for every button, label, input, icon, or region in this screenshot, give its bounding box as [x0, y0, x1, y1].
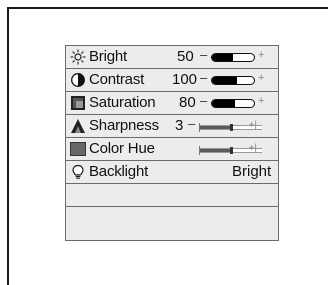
- level-slider[interactable]: +|: [199, 143, 262, 155]
- backlight-bulb-icon: [70, 164, 86, 180]
- menu-item-contrast[interactable]: Contrast 100 – +: [66, 69, 278, 92]
- brightness-sun-icon: [70, 49, 86, 65]
- menu-item-label: Backlight: [89, 163, 149, 180]
- menu-item-saturation[interactable]: Saturation 80 – +: [66, 92, 278, 115]
- increase-symbol: +: [258, 72, 265, 84]
- contrast-icon: [70, 72, 86, 88]
- menu-item-label: Contrast: [89, 71, 145, 88]
- slider-knob[interactable]: [230, 147, 233, 154]
- menu-item-color-hue[interactable]: Color Hue +|: [66, 138, 278, 161]
- picture-settings-menu: Bright 50 – + Contrast 100 – + Saturatio…: [65, 45, 279, 241]
- level-bar[interactable]: [211, 53, 255, 62]
- level-fill: [212, 54, 233, 61]
- increase-symbol: +|: [248, 143, 257, 154]
- level-bar[interactable]: [211, 99, 255, 108]
- level-fill: [200, 149, 231, 152]
- menu-item-label: Sharpness: [89, 117, 159, 134]
- level-fill: [212, 100, 236, 107]
- sharpness-icon: [70, 118, 86, 134]
- menu-item-bright[interactable]: Bright 50 – +: [66, 46, 278, 69]
- increase-symbol: +: [258, 49, 265, 61]
- menu-item-value: Bright: [232, 163, 272, 180]
- level-fill: [200, 126, 231, 129]
- saturation-icon: [70, 95, 86, 111]
- menu-empty-row: [66, 184, 278, 207]
- level-fill: [212, 77, 238, 84]
- decrease-symbol: –: [200, 70, 208, 85]
- increase-symbol: +: [258, 95, 265, 107]
- menu-item-label: Saturation: [89, 94, 156, 111]
- slider-knob[interactable]: [230, 124, 233, 131]
- level-bar[interactable]: [211, 76, 255, 85]
- decrease-symbol: –: [200, 93, 208, 108]
- menu-item-value: 3: [175, 117, 184, 134]
- menu-item-backlight[interactable]: Backlight Bright: [66, 161, 278, 184]
- color-hue-icon: [70, 141, 86, 157]
- menu-item-value: 80: [179, 94, 196, 111]
- menu-item-sharpness[interactable]: Sharpness 3 – +|: [66, 115, 278, 138]
- menu-item-value: 50: [177, 48, 194, 65]
- menu-item-label: Bright: [89, 48, 127, 65]
- level-slider[interactable]: +|: [199, 120, 262, 132]
- menu-item-label: Color Hue: [89, 140, 155, 157]
- decrease-symbol: –: [188, 116, 196, 131]
- decrease-symbol: –: [200, 47, 208, 62]
- menu-item-value: 100: [172, 71, 198, 88]
- increase-symbol: +|: [248, 120, 257, 131]
